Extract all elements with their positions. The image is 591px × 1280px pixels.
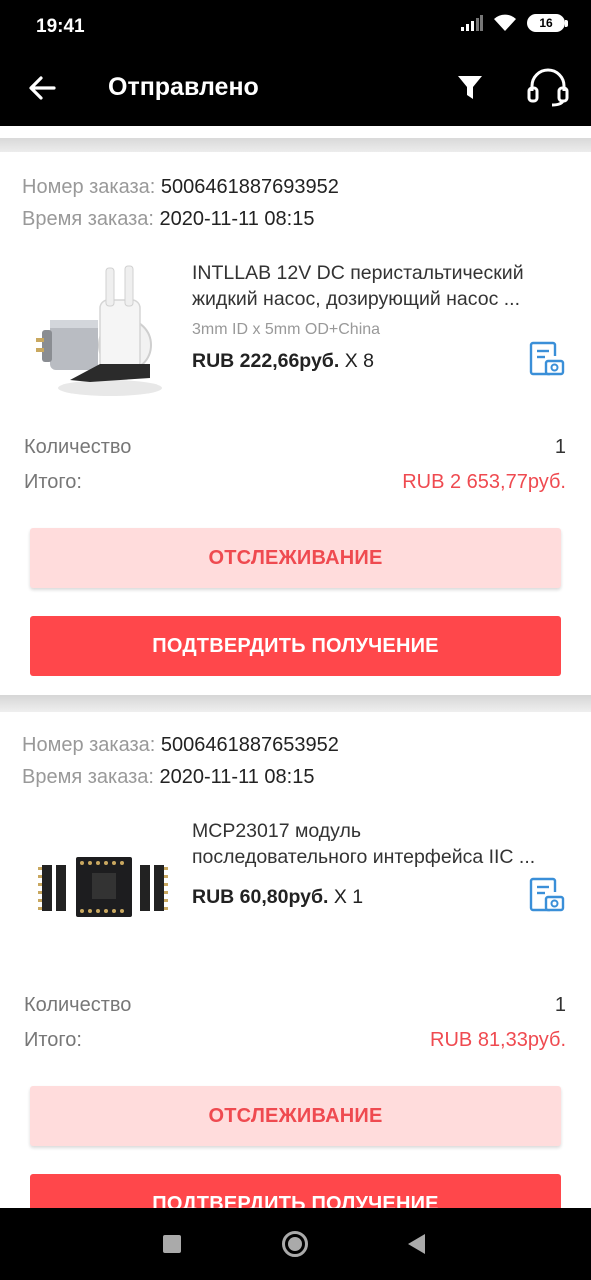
signal-icon <box>461 15 483 31</box>
total-label: Итого: <box>24 1029 82 1051</box>
headset-icon[interactable] <box>525 67 571 107</box>
document-photo-icon[interactable] <box>528 876 566 914</box>
app-bar: Отправлено <box>0 54 591 126</box>
product-title-line2: жидкий насос, дозирующий насос ... <box>192 288 520 310</box>
screen: 19:41 16 Отправлено Номер заказа: 500646… <box>0 0 591 1280</box>
product-title[interactable]: MCP23017 модуль последовательного интерф… <box>192 818 564 870</box>
total-label: Итого: <box>24 471 82 493</box>
back-arrow-icon[interactable] <box>24 70 60 106</box>
order-card: Номер заказа: 5006461887693952 Время зак… <box>0 152 591 695</box>
total-value: RUB 2 653,77руб. <box>402 471 566 493</box>
order-time-row: Время заказа: 2020-11-11 08:15 <box>22 208 314 231</box>
order-card: Номер заказа: 5006461887653952 Время зак… <box>0 712 591 1234</box>
order-time-row: Время заказа: 2020-11-11 08:15 <box>22 766 314 789</box>
order-number-row: Номер заказа: 5006461887693952 <box>22 176 339 199</box>
order-number-value: 5006461887693952 <box>160 176 339 198</box>
track-button[interactable]: ОТСЛЕЖИВАНИЕ <box>30 528 561 588</box>
status-time: 19:41 <box>36 16 85 37</box>
total-value: RUB 81,33руб. <box>430 1029 566 1051</box>
document-photo-icon[interactable] <box>528 340 566 378</box>
product-title-line1: MCP23017 модуль <box>192 820 362 842</box>
battery-icon: 16 <box>527 14 568 32</box>
header-shadow <box>0 138 591 152</box>
order-time-value: 2020-11-11 08:15 <box>159 208 315 230</box>
confirm-receipt-button[interactable]: ПОДТВЕРДИТЬ ПОЛУЧЕНИЕ <box>30 616 561 676</box>
status-bar: 19:41 16 <box>0 0 591 54</box>
recents-icon[interactable] <box>163 1235 181 1253</box>
product-sku: 3mm ID x 5mm OD+China <box>192 321 381 338</box>
nav-back-icon[interactable] <box>408 1234 425 1254</box>
order-time-label: Время заказа: <box>22 766 154 788</box>
order-number-label: Номер заказа: <box>22 176 156 198</box>
quantity-value: 1 <box>554 994 566 1016</box>
order-number-label: Номер заказа: <box>22 734 156 756</box>
product-title[interactable]: INTLLAB 12V DC перистальтический жидкий … <box>192 260 564 312</box>
card-separator <box>0 695 591 712</box>
product-title-line2: последовательного интерфейса IIC ... <box>192 846 536 868</box>
quantity-value: 1 <box>554 436 566 458</box>
quantity-label: Количество <box>24 994 132 1016</box>
home-icon[interactable] <box>282 1231 308 1257</box>
product-image-pump[interactable] <box>30 260 176 410</box>
wifi-icon <box>494 14 516 31</box>
order-number-row: Номер заказа: 5006461887653952 <box>22 734 339 757</box>
product-price-row: RUB 60,80руб. X 1 <box>192 886 363 909</box>
page-title: Отправлено <box>108 73 259 101</box>
system-nav-bar <box>0 1208 591 1280</box>
filter-icon[interactable] <box>456 70 484 104</box>
product-quantity-multiplier: X 1 <box>333 886 364 908</box>
product-price: RUB 222,66руб. <box>192 350 340 372</box>
product-price: RUB 60,80руб. <box>192 886 329 908</box>
order-time-value: 2020-11-11 08:15 <box>159 766 315 788</box>
order-number-value: 5006461887653952 <box>160 734 339 756</box>
track-button[interactable]: ОТСЛЕЖИВАНИЕ <box>30 1086 561 1146</box>
status-icons: 16 <box>461 14 568 32</box>
quantity-label: Количество <box>24 436 132 458</box>
product-price-row: RUB 222,66руб. X 8 <box>192 350 374 373</box>
product-title-line1: INTLLAB 12V DC перистальтический <box>192 262 524 284</box>
product-image-module[interactable] <box>30 817 176 967</box>
order-time-label: Время заказа: <box>22 208 154 230</box>
product-quantity-multiplier: X 8 <box>344 350 374 372</box>
